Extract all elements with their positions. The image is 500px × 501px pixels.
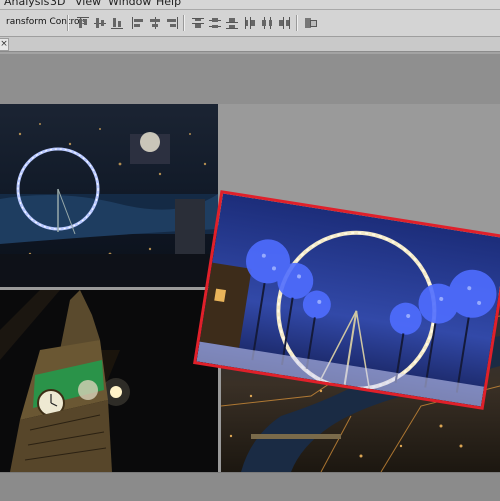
menu-bar: Analysis 3D View Window Help <box>0 0 500 10</box>
menu-help[interactable]: Help <box>156 0 181 8</box>
separator <box>183 15 184 31</box>
canvas-bottom-area <box>0 472 500 501</box>
document-tab-bar: × <box>0 37 500 52</box>
menu-view[interactable]: View <box>75 0 101 8</box>
align-horizontal-centers-button[interactable] <box>148 16 162 30</box>
align-left-edges-button[interactable] <box>131 16 145 30</box>
align-right-icon <box>167 17 178 29</box>
align-left-icon <box>132 17 143 29</box>
distribute-vertical-centers-button[interactable] <box>208 16 222 30</box>
photo-london-eye-aerial[interactable] <box>0 104 218 287</box>
close-tab-icon[interactable]: × <box>0 38 9 51</box>
distribute-top-edges-button[interactable] <box>191 16 205 30</box>
distribute-bottom-edges-button[interactable] <box>225 16 239 30</box>
distribute-right-edges-button[interactable] <box>277 16 291 30</box>
distribute-bottom-icon <box>226 18 238 29</box>
photo-big-ben[interactable] <box>0 290 218 472</box>
auto-align-layers-button[interactable] <box>304 16 318 30</box>
separator <box>67 15 68 31</box>
distribute-vcenter-icon <box>209 18 221 28</box>
align-top-icon <box>77 17 89 28</box>
options-bar: ransform Controls <box>0 10 500 37</box>
separator <box>296 15 297 31</box>
menu-3d[interactable]: 3D <box>50 0 65 8</box>
london-eye-aerial-image <box>0 104 218 287</box>
align-vertical-centers-button[interactable] <box>93 16 107 30</box>
align-vcenter-icon <box>94 18 106 28</box>
document-canvas[interactable] <box>0 104 500 472</box>
menu-analysis[interactable]: Analysis <box>4 0 49 8</box>
distribute-left-icon <box>245 17 255 29</box>
align-bottom-icon <box>111 18 123 29</box>
distribute-hcenter-icon <box>262 17 272 29</box>
distribute-left-edges-button[interactable] <box>243 16 257 30</box>
show-transform-controls-label[interactable]: ransform Controls <box>6 17 87 27</box>
distribute-horizontal-centers-button[interactable] <box>260 16 274 30</box>
canvas-edge <box>0 52 500 54</box>
align-hcenter-icon <box>150 17 160 29</box>
menu-window[interactable]: Window <box>108 0 151 8</box>
auto-align-icon <box>305 18 317 28</box>
distribute-top-icon <box>192 18 204 28</box>
big-ben-image <box>0 290 218 472</box>
align-bottom-edges-button[interactable] <box>110 16 124 30</box>
align-right-edges-button[interactable] <box>165 16 179 30</box>
align-top-edges-button[interactable] <box>76 16 90 30</box>
distribute-right-icon <box>279 17 290 29</box>
